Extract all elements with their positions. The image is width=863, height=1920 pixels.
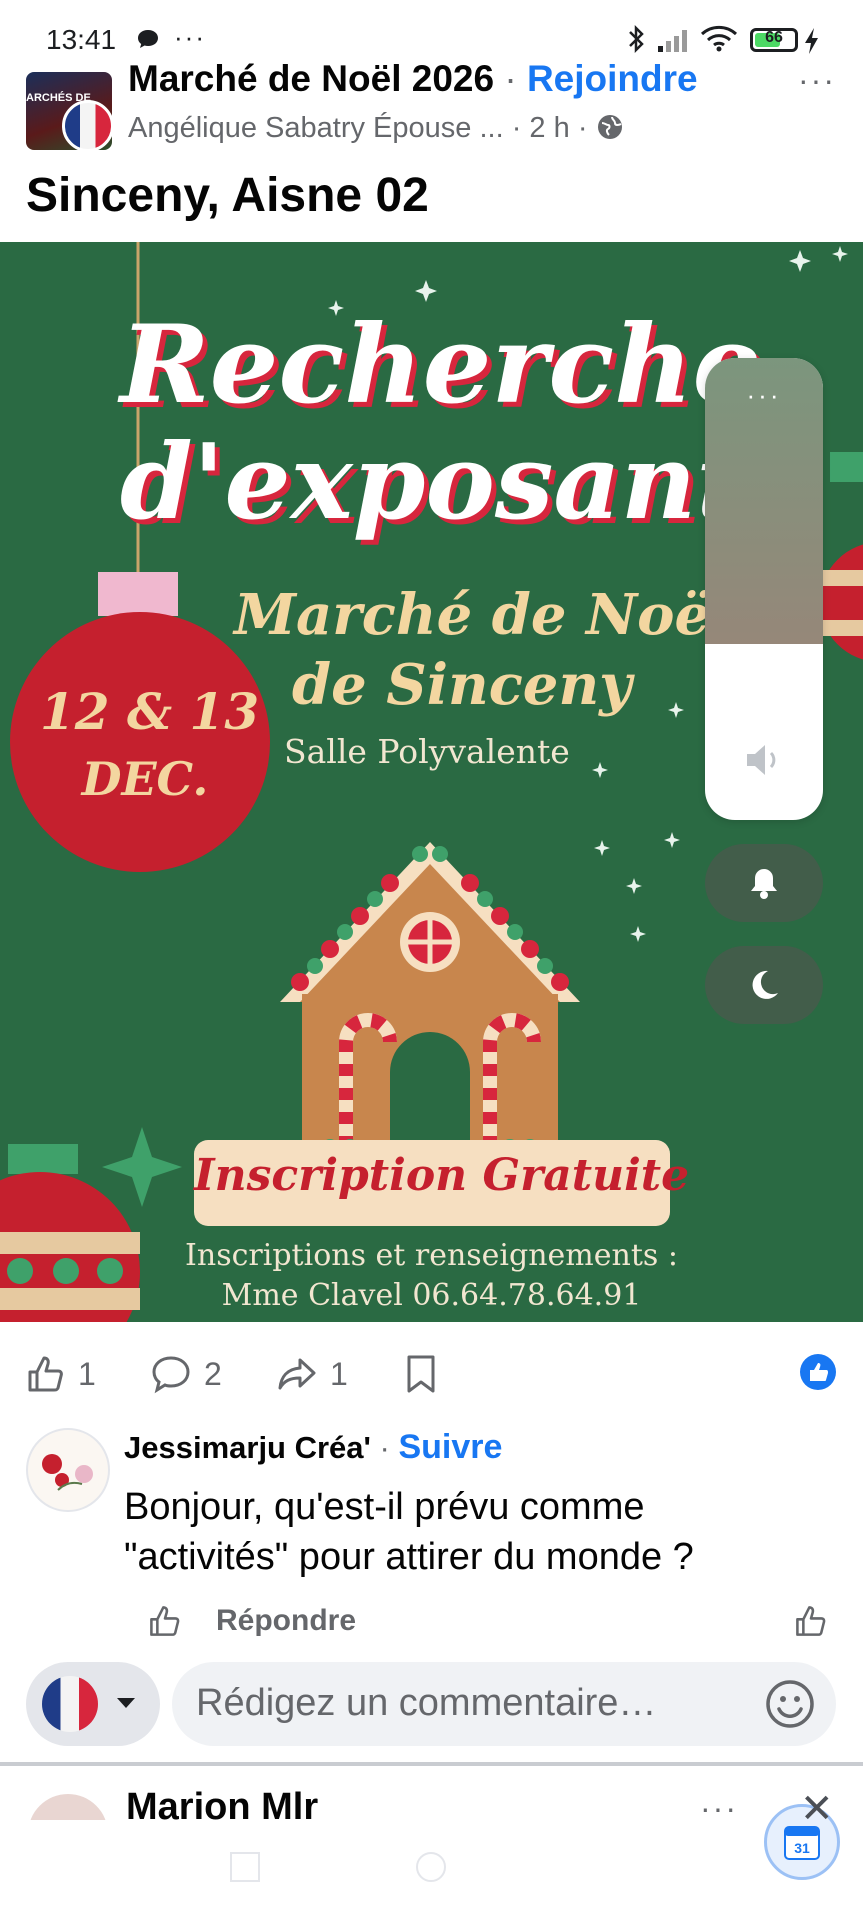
post-author-name[interactable]: Angélique Sabatry Épouse ... <box>128 112 504 144</box>
battery-percent: 66 <box>765 29 783 46</box>
author-avatar[interactable] <box>62 100 114 152</box>
moon-icon <box>752 970 778 999</box>
nav-home-hint <box>416 1852 446 1882</box>
like-count: 1 <box>78 1355 96 1392</box>
thumbs-up-filled-icon <box>810 1363 828 1381</box>
title-separator: · <box>494 58 527 99</box>
poster-title-line2: d'exposants <box>120 420 803 543</box>
commenter-avatar[interactable] <box>26 1428 110 1512</box>
post-text: Sinceny, Aisne 02 <box>26 169 429 222</box>
share-button[interactable]: 1 <box>276 1352 348 1396</box>
like-reaction-badge[interactable] <box>800 1354 836 1390</box>
volume-slider[interactable]: ··· <box>705 358 823 820</box>
comment-bubble-icon <box>152 1356 190 1394</box>
poster-contact-line2: Mme Clavel 06.64.78.64.91 <box>221 1278 642 1313</box>
comment-count: 2 <box>204 1355 222 1392</box>
comment-button[interactable]: 2 <box>150 1352 222 1396</box>
status-overflow-dots: ··· <box>174 22 206 52</box>
nav-back-hint <box>604 1852 634 1882</box>
poster-cta-text: Inscription Gratuite <box>194 1150 690 1201</box>
speaker-icon <box>743 740 787 785</box>
comment-text-line2: "activités" pour attirer du monde ? <box>124 1536 694 1578</box>
poster-contact-line1: Inscriptions et renseignements : <box>185 1238 678 1273</box>
nav-recents-hint <box>230 1852 260 1882</box>
charging-bolt-icon <box>804 28 820 59</box>
close-bubble-button[interactable]: ✕ <box>800 1786 834 1832</box>
comment-react-button[interactable] <box>794 1604 828 1643</box>
poster-title-line1: Recherche <box>120 302 762 428</box>
commenter-name[interactable]: Jessimarju Créa' <box>124 1430 371 1465</box>
comment-like-button[interactable] <box>148 1604 182 1643</box>
calendar-day: 31 <box>794 1840 810 1856</box>
post-meta: Angélique Sabatry Épouse ... · 2 h · <box>128 112 624 149</box>
caret-down-icon <box>114 1690 138 1719</box>
status-time: 13:41 <box>46 24 117 55</box>
ring-mode-button[interactable] <box>705 844 823 922</box>
bell-icon <box>751 869 777 899</box>
poster-venue: Salle Polyvalente <box>284 732 570 771</box>
globe-icon <box>596 113 624 149</box>
composer-profile-switcher[interactable] <box>26 1662 160 1746</box>
poster-market-line2: de Sinceny <box>292 652 632 718</box>
thumbs-up-icon <box>796 1606 826 1636</box>
poster-date-line2: DEC. <box>81 752 209 806</box>
comment-text-line1: Bonjour, qu'est-il prévu comme <box>124 1486 645 1528</box>
comment-separator: · <box>370 1430 399 1465</box>
post-more-options-button[interactable]: ··· <box>798 62 836 99</box>
meta-separator: · <box>577 112 596 144</box>
join-group-link[interactable]: Rejoindre <box>527 58 698 99</box>
poster-market-line1: Marché de Noël <box>234 582 732 648</box>
thumbs-up-icon <box>28 1356 63 1392</box>
reply-button[interactable]: Répondre <box>216 1604 356 1638</box>
save-button[interactable] <box>404 1352 438 1396</box>
bluetooth-icon <box>626 24 646 59</box>
poster-date-line1: 12 & 13 <box>40 682 260 741</box>
share-arrow-icon <box>278 1358 316 1390</box>
follow-link[interactable]: Suivre <box>398 1428 502 1466</box>
share-count: 1 <box>330 1355 348 1392</box>
volume-more-button[interactable]: ··· <box>705 380 823 411</box>
group-name-link[interactable]: Marché de Noël 2026 <box>128 58 494 99</box>
reactions-bar: 1 2 1 <box>0 1322 863 1422</box>
post-group-title: Marché de Noël 2026 · Rejoindre <box>128 58 698 100</box>
like-button[interactable]: 1 <box>26 1352 96 1396</box>
do-not-disturb-button[interactable] <box>705 946 823 1024</box>
comment-input[interactable]: Rédigez un commentaire… <box>172 1662 836 1746</box>
wifi-icon <box>700 24 738 57</box>
battery-icon: 66 <box>750 28 798 52</box>
section-divider <box>0 1762 863 1766</box>
chat-bubble-icon <box>136 28 160 55</box>
comment-input-placeholder: Rédigez un commentaire… <box>196 1682 657 1724</box>
emoji-icon[interactable] <box>764 1678 816 1735</box>
signal-icon <box>656 26 692 57</box>
comment-header: Jessimarju Créa' · Suivre <box>124 1428 502 1467</box>
post-time[interactable]: 2 h <box>529 112 569 144</box>
composer-avatar <box>42 1676 98 1732</box>
poppy-logo <box>42 1454 93 1491</box>
thumbs-up-icon <box>150 1606 180 1636</box>
meta-separator: · <box>511 112 530 144</box>
bookmark-icon <box>407 1355 435 1393</box>
